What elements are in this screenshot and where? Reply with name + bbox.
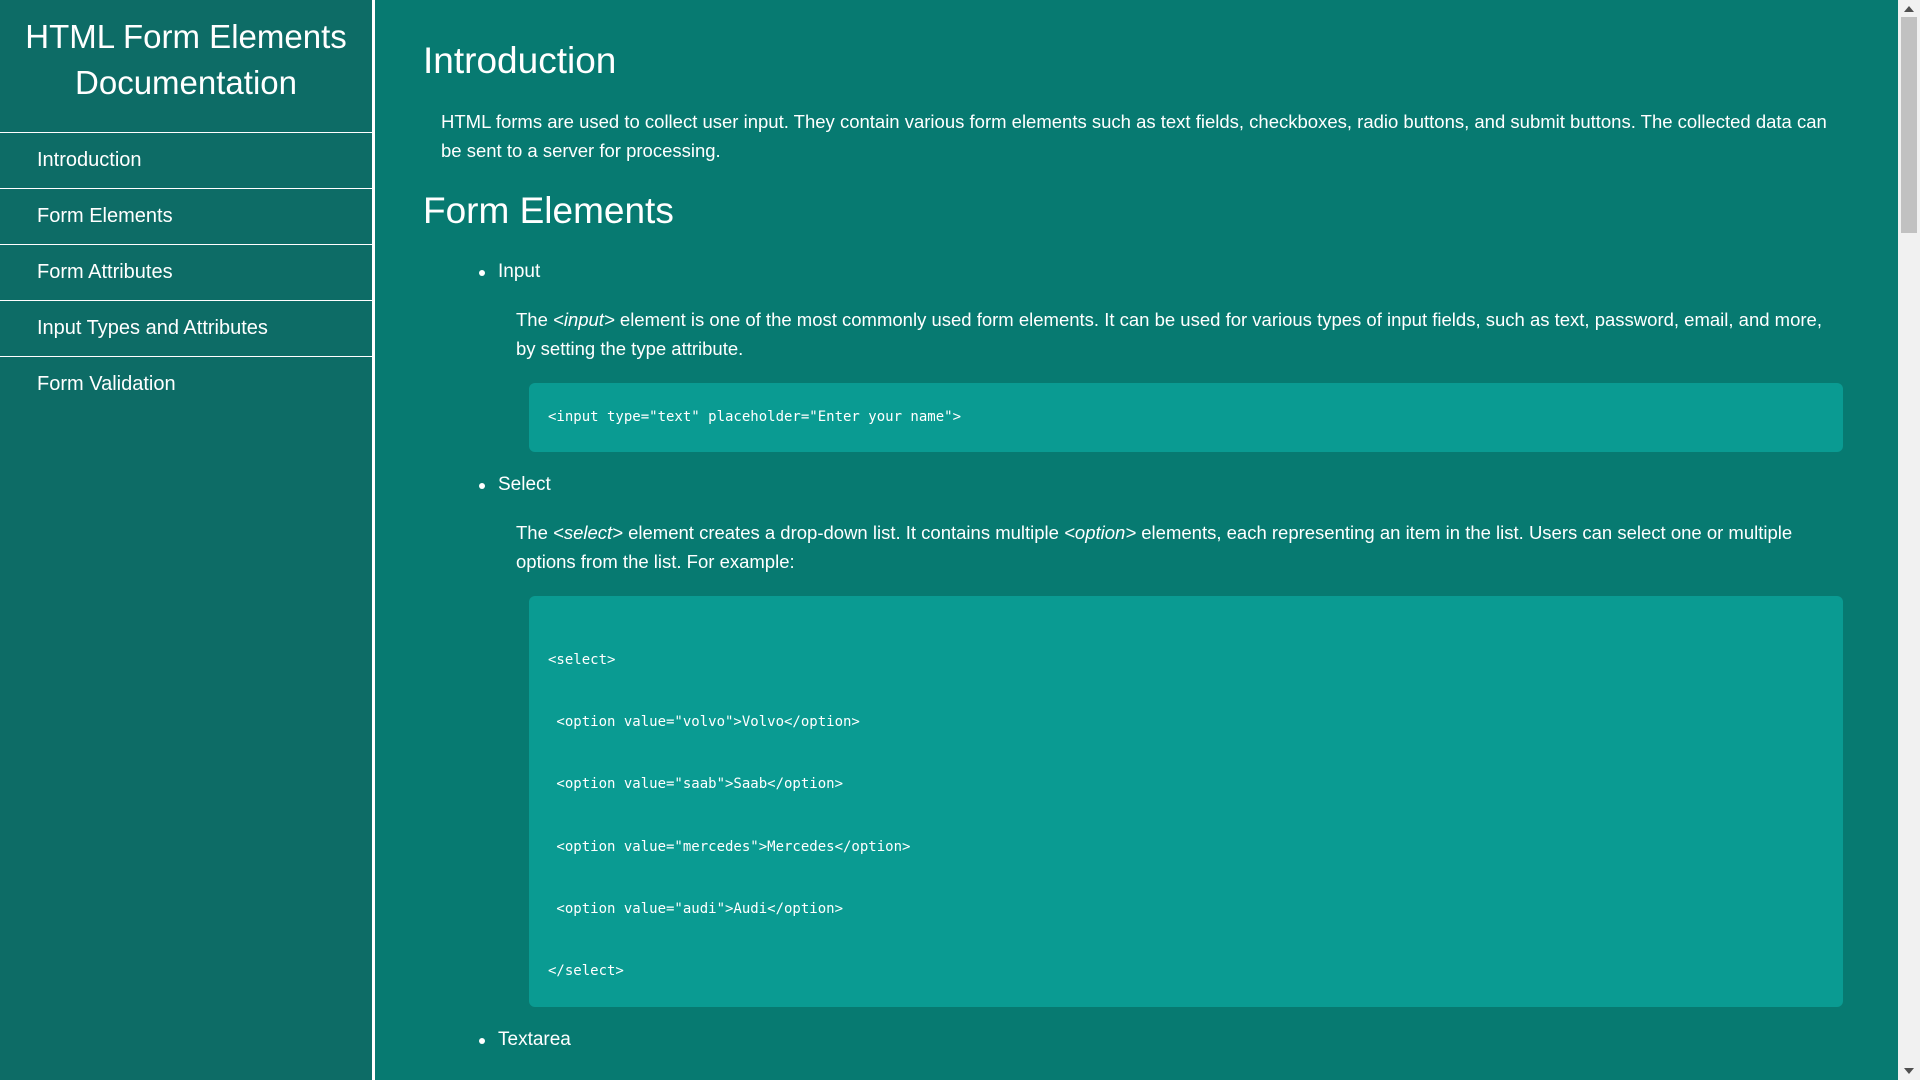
intro-text: HTML forms are used to collect user inpu…: [441, 111, 1827, 161]
scroll-down-arrow-icon[interactable]: [1904, 1068, 1914, 1074]
scrollbar-thumb[interactable]: [1901, 17, 1917, 233]
select-code-block: <select> <option value="volvo">Volvo</op…: [529, 596, 1843, 1007]
main-content: Introduction HTML forms are used to coll…: [378, 0, 1898, 1080]
bullet-textarea: Textarea: [479, 1029, 571, 1050]
select-desc-tag2: <option>: [1064, 522, 1137, 543]
select-code-line: </select>: [548, 963, 624, 979]
input-description: The <input> element is one of the most c…: [516, 305, 1843, 363]
nav-item-input-types[interactable]: Input Types and Attributes: [0, 301, 372, 357]
select-description: The <select> element creates a drop-down…: [516, 518, 1843, 576]
scroll-up-arrow-icon[interactable]: [1904, 6, 1914, 12]
input-code-block: <input type="text" placeholder="Enter yo…: [529, 383, 1843, 452]
sidebar-title: HTML Form Elements Documentation: [0, 0, 372, 133]
select-desc-middle: element creates a drop-down list. It con…: [622, 522, 1065, 543]
select-code-line: <option value="volvo">Volvo</option>: [548, 714, 860, 730]
nav-item-form-attributes[interactable]: Form Attributes: [0, 245, 372, 301]
input-desc-tag: <input>: [553, 309, 615, 330]
input-desc-after: element is one of the most commonly used…: [516, 309, 1822, 359]
form-elements-heading: Form Elements: [423, 190, 674, 231]
select-code-line: <option value="audi">Audi</option>: [548, 901, 844, 917]
bullet-input: Input: [478, 261, 541, 282]
nav-item-form-elements[interactable]: Form Elements: [0, 189, 372, 245]
select-code-line: <option value="mercedes">Mercedes</optio…: [548, 839, 911, 855]
intro-heading: Introduction: [423, 40, 617, 81]
select-desc-before: The: [516, 522, 554, 543]
input-code-line: <input type="text" placeholder="Enter yo…: [548, 409, 962, 425]
sidebar: HTML Form Elements Documentation Introdu…: [0, 0, 375, 1080]
select-code-line: <select>: [548, 652, 616, 668]
vertical-scrollbar[interactable]: [1898, 0, 1920, 1080]
nav-item-introduction[interactable]: Introduction: [0, 133, 372, 189]
nav-item-form-validation[interactable]: Form Validation: [0, 357, 372, 412]
sidebar-nav: Introduction Form Elements Form Attribut…: [0, 133, 372, 412]
bullet-select: Select: [479, 474, 551, 495]
input-desc-before: The: [516, 309, 554, 330]
select-desc-tag: <select>: [553, 522, 623, 543]
select-code-line: <option value="saab">Saab</option>: [548, 776, 844, 792]
